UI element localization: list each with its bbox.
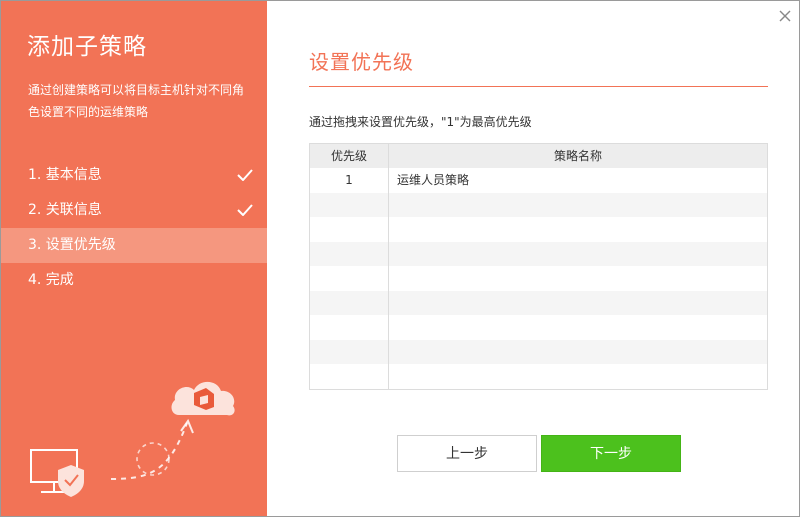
policy-name-cell: 运维人员策略	[397, 173, 470, 187]
close-icon[interactable]	[777, 8, 793, 24]
priority-cell	[310, 266, 389, 291]
policy-name-cell	[389, 242, 767, 267]
previous-step-button[interactable]: 上一步	[397, 435, 537, 472]
table-row	[310, 290, 767, 316]
column-header-policy-name: 策略名称	[553, 149, 602, 163]
add-sub-policy-dialog: 添加子策略 通过创建策略可以将目标主机针对不同角色设置不同的运维策略 1. 基本…	[0, 0, 800, 517]
wizard-sidebar: 添加子策略 通过创建策略可以将目标主机针对不同角色设置不同的运维策略 1. 基本…	[1, 1, 267, 516]
priority-cell	[310, 315, 389, 340]
step-label: 3. 设置优先级	[28, 237, 116, 253]
policy-name-cell	[389, 266, 767, 291]
step-label: 2. 关联信息	[28, 202, 102, 218]
step-related-info[interactable]: 2. 关联信息	[1, 193, 267, 228]
table-row[interactable]: 1 运维人员策略	[310, 168, 767, 193]
step-basic-info[interactable]: 1. 基本信息	[1, 158, 267, 193]
priority-cell: 1	[310, 168, 389, 193]
policy-name-cell	[389, 315, 767, 340]
policy-name-cell	[389, 340, 767, 365]
policy-name-cell	[389, 193, 767, 218]
priority-table: 优先级 策略名称 1 运维人员策略	[309, 143, 768, 390]
dashed-arrow-path	[110, 422, 188, 480]
priority-cell	[310, 290, 389, 315]
step-label: 4. 完成	[28, 272, 74, 288]
table-row	[310, 364, 767, 389]
priority-cell	[310, 192, 389, 217]
wizard-title: 添加子策略	[27, 34, 147, 60]
table-row	[310, 241, 767, 267]
table-row	[310, 217, 767, 242]
table-row	[310, 315, 767, 340]
column-header-priority: 优先级	[310, 144, 389, 168]
table-row	[310, 192, 767, 218]
wizard-description: 通过创建策略可以将目标主机针对不同角色设置不同的运维策略	[28, 83, 245, 119]
priority-cell	[310, 339, 389, 364]
table-row	[310, 339, 767, 365]
heading-divider	[309, 86, 768, 87]
table-row	[310, 266, 767, 291]
priority-hint: 通过拖拽来设置优先级，"1"为最高优先级	[309, 115, 532, 129]
policy-name-cell	[389, 291, 767, 316]
priority-cell	[310, 217, 389, 242]
policy-name-cell	[389, 217, 767, 242]
priority-cell	[310, 364, 389, 389]
step-set-priority[interactable]: 3. 设置优先级	[1, 228, 267, 263]
cloud-icon	[171, 381, 235, 416]
step-label: 1. 基本信息	[28, 167, 102, 183]
sidebar-illustration	[30, 381, 235, 497]
wizard-steps: 1. 基本信息 2. 关联信息 3. 设置优先级 4. 完成	[1, 158, 267, 298]
check-icon	[237, 169, 253, 181]
step-finish[interactable]: 4. 完成	[1, 263, 267, 298]
section-heading: 设置优先级	[309, 50, 414, 74]
check-icon	[237, 204, 253, 216]
policy-name-cell	[389, 364, 767, 389]
next-step-button[interactable]: 下一步	[541, 435, 681, 472]
table-header-row: 优先级 策略名称	[310, 144, 767, 168]
priority-cell	[310, 241, 389, 266]
